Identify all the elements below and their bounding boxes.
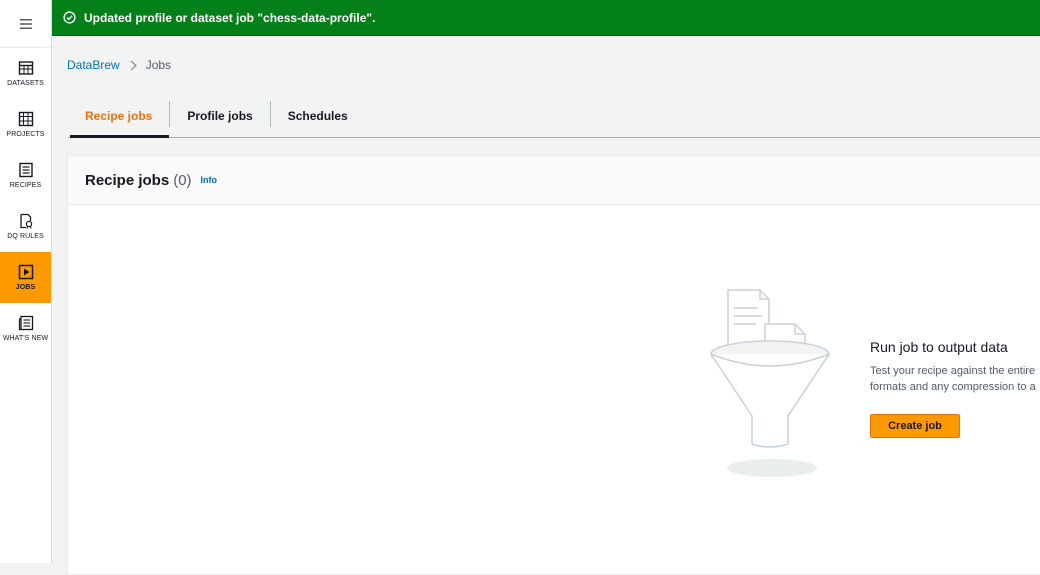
left-rail: DATASETS PROJECTS RECIPES DQ RULES JOBS …	[0, 0, 52, 563]
rail-item-label: RECIPES	[9, 181, 42, 189]
grid-icon	[18, 111, 33, 126]
rules-icon	[19, 213, 32, 229]
table-icon	[18, 60, 33, 75]
rail-item-label: DQ RULES	[7, 232, 44, 240]
news-icon	[18, 315, 33, 330]
rail-item-projects[interactable]: PROJECTS	[0, 99, 51, 150]
container-header: Recipe jobs (0) Info	[68, 156, 1040, 205]
jobs-tabs: Recipe jobs Profile jobs Schedules	[68, 95, 1040, 138]
tab-schedules[interactable]: Schedules	[271, 95, 365, 137]
rail-item-jobs[interactable]: JOBS	[0, 252, 51, 303]
container-title: Recipe jobs	[85, 171, 170, 189]
rail-item-label: JOBS	[15, 283, 36, 291]
breadcrumb-current: Jobs	[145, 58, 172, 72]
create-job-button[interactable]: Create job	[870, 414, 960, 438]
recipe-jobs-container: Recipe jobs (0) Info Run job to output d…	[67, 155, 1040, 575]
list-icon	[18, 162, 33, 177]
empty-state-desc-line: formats and any compression to a	[870, 381, 1036, 393]
info-link[interactable]: Info	[201, 175, 218, 185]
tab-profile-jobs[interactable]: Profile jobs	[170, 95, 269, 137]
rail-item-label: DATASETS	[7, 79, 44, 87]
success-flash-banner: Updated profile or dataset job "chess-da…	[52, 0, 1040, 36]
funnel-documents-illustration	[710, 289, 830, 477]
chevron-right-icon	[130, 60, 137, 71]
rail-item-recipes[interactable]: RECIPES	[0, 150, 51, 201]
menu-button[interactable]	[0, 0, 51, 48]
rail-item-label: WHAT'S NEW	[2, 334, 49, 342]
rail-item-label: PROJECTS	[6, 130, 45, 138]
flash-message: Updated profile or dataset job "chess-da…	[84, 10, 376, 25]
empty-state-desc-line: Test your recipe against the entire	[870, 365, 1036, 377]
breadcrumb: DataBrew Jobs	[67, 58, 171, 72]
empty-state-title: Run job to output data	[870, 339, 1008, 355]
job-count: (0)	[173, 171, 192, 189]
check-circle-icon	[63, 11, 76, 24]
hamburger-icon	[19, 18, 32, 29]
tab-recipe-jobs[interactable]: Recipe jobs	[68, 95, 170, 138]
play-icon	[18, 264, 33, 279]
rail-item-datasets[interactable]: DATASETS	[0, 48, 51, 99]
empty-state-description: Test your recipe against the entire form…	[870, 363, 1036, 395]
rail-item-dq-rules[interactable]: DQ RULES	[0, 201, 51, 252]
rail-item-whats-new[interactable]: WHAT'S NEW	[0, 303, 51, 354]
breadcrumb-databrew-link[interactable]: DataBrew	[67, 58, 120, 72]
